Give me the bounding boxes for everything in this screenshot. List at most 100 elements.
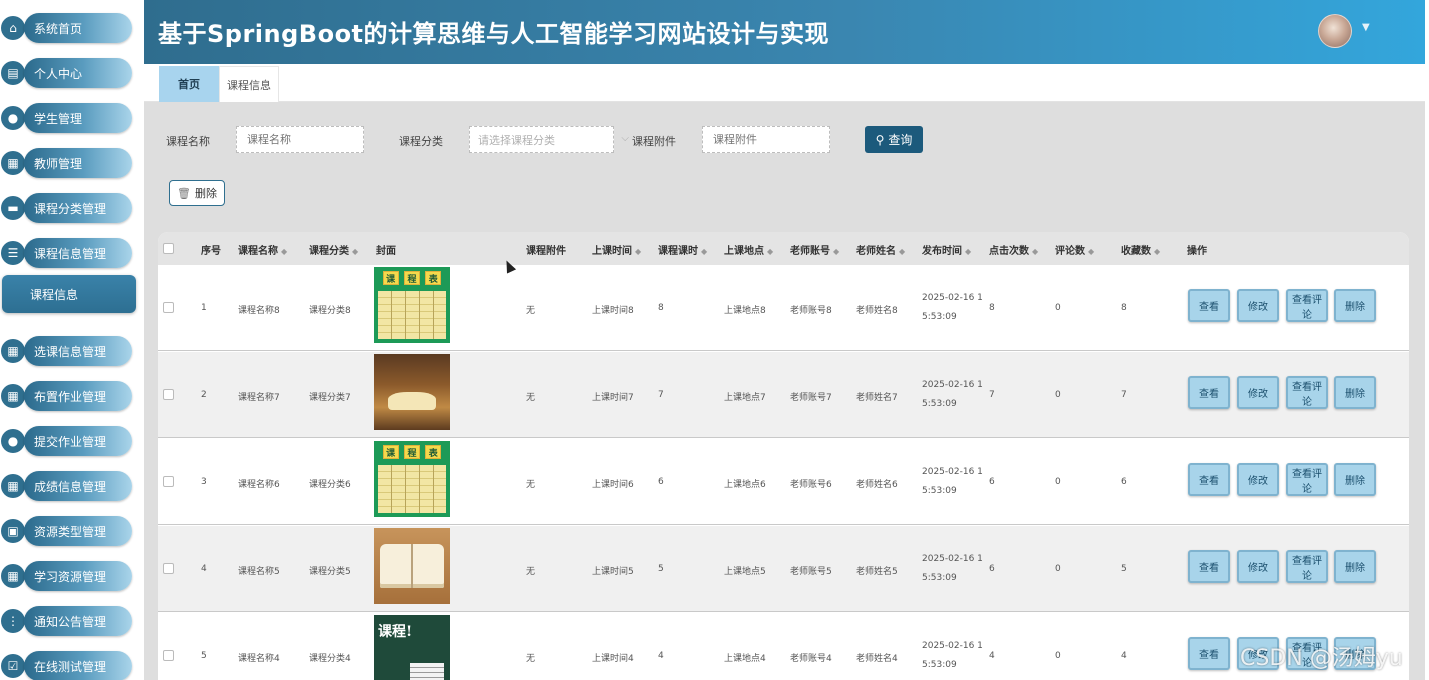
view-comments-button[interactable]: 查看评论 [1286,463,1328,496]
delete-button[interactable]: 删除 [1334,376,1376,409]
sidebar-item-online-tests[interactable]: ☑ 在线测试管理 [0,651,133,680]
sidebar-item-label: 教师管理 [24,148,132,178]
cover-text: 程 [403,445,420,459]
edit-button[interactable]: 修改 [1237,463,1279,496]
delete-button[interactable]: 删除 [1334,463,1376,496]
ticket-icon: ▬ [1,196,25,220]
sort-icon: ◆ [965,247,972,256]
view-comments-button[interactable]: 查看评论 [1286,289,1328,322]
header-comments[interactable]: 评论数 ◆ [1055,242,1094,257]
cell-course-name: 课程名称4 [238,654,280,664]
delete-button[interactable]: 删除 [1334,289,1376,322]
sidebar-item-profile[interactable]: ▤ 个人中心 [0,58,133,88]
view-button[interactable]: 查看 [1188,550,1230,583]
cell-index: 2 [201,390,207,400]
cell-comments: 0 [1055,477,1061,487]
course-name-input[interactable] [236,126,364,153]
cell-teacher-name: 老师姓名6 [856,480,898,490]
row-checkbox[interactable] [163,650,174,661]
avatar[interactable] [1318,14,1352,48]
cell-class-hours: 8 [658,303,664,313]
sidebar-item-label: 学习资源管理 [24,561,132,591]
cover-text: 程 [403,271,420,285]
cell-teacher-account: 老师账号8 [790,306,832,316]
course-cover-image [374,528,450,604]
select-all-checkbox[interactable] [163,243,174,254]
view-button[interactable]: 查看 [1188,463,1230,496]
cell-favorites: 5 [1121,564,1127,574]
course-category-label: 课程分类 [399,135,443,148]
check-icon: ☑ [1,654,25,678]
sidebar-item-label: 通知公告管理 [24,606,132,636]
header-course-name[interactable]: 课程名称 ◆ [238,242,287,257]
caret-down-icon[interactable]: ▼ [1362,22,1370,33]
view-button[interactable]: 查看 [1188,289,1230,322]
header-clicks[interactable]: 点击次数 ◆ [989,242,1038,257]
sidebar-item-grades[interactable]: ▦ 成绩信息管理 [0,471,133,501]
header-published-time[interactable]: 发布时间 ◆ [922,242,971,257]
cell-teacher-name: 老师姓名8 [856,306,898,316]
briefcase-icon: ▣ [1,519,25,543]
app-title: 基于SpringBoot的计算思维与人工智能学习网站设计与实现 [158,20,830,48]
query-button[interactable]: ⚲ 查询 [865,126,923,153]
header-class-time[interactable]: 上课时间 ◆ [592,242,641,257]
row-checkbox[interactable] [163,389,174,400]
sidebar-item-students[interactable]: ● 学生管理 [0,103,133,133]
header-teacher-account[interactable]: 老师账号 ◆ [790,242,839,257]
sidebar-item-resource-types[interactable]: ▣ 资源类型管理 [0,516,133,546]
sidebar-item-assign-homework[interactable]: ▦ 布置作业管理 [0,381,133,411]
edit-button[interactable]: 修改 [1237,289,1279,322]
header-class-place[interactable]: 上课地点 ◆ [724,242,773,257]
cell-teacher-account: 老师账号4 [790,654,832,664]
header-class-hours[interactable]: 课程课时 ◆ [658,242,707,257]
main-content: 课程名称 课程分类 请选择课程分类 ⌵ 课程附件 ⚲ 查询 🗑 删除 序号 课程… [144,102,1425,680]
header-favorites[interactable]: 收藏数 ◆ [1121,242,1160,257]
sidebar-item-enrollment[interactable]: ▦ 选课信息管理 [0,336,133,366]
delete-button[interactable]: 删除 [1334,550,1376,583]
row-checkbox[interactable] [163,476,174,487]
cell-class-place: 上课地点5 [724,567,766,577]
cell-course-category: 课程分类7 [309,393,351,403]
header-course-category[interactable]: 课程分类 ◆ [309,242,358,257]
sort-icon: ◆ [899,247,906,256]
sidebar-item-submit-homework[interactable]: ● 提交作业管理 [0,426,133,456]
cell-favorites: 4 [1121,651,1127,661]
row-checkbox[interactable] [163,302,174,313]
sidebar-item-course-category[interactable]: ▬ 课程分类管理 [0,193,133,223]
course-cover-image [374,354,450,430]
cell-course-category: 课程分类8 [309,306,351,316]
batch-delete-button[interactable]: 🗑 删除 [169,180,225,206]
view-comments-button[interactable]: 查看评论 [1286,550,1328,583]
query-button-label: 查询 [888,133,913,147]
cell-course-name: 课程名称8 [238,306,280,316]
profile-icon: ▤ [1,61,25,85]
row-checkbox[interactable] [163,563,174,574]
grid-icon: ▦ [1,474,25,498]
sidebar-subitem-course-info[interactable]: 课程信息 [2,275,136,313]
course-name-label: 课程名称 [166,135,210,148]
cell-teacher-name: 老师姓名5 [856,567,898,577]
edit-button[interactable]: 修改 [1237,376,1279,409]
header-label: 上课地点 [724,246,764,257]
edit-button[interactable]: 修改 [1237,550,1279,583]
tab-home[interactable]: 首页 [159,66,219,102]
header-cover: 封面 [376,246,396,257]
header-teacher-name[interactable]: 老师姓名 ◆ [856,242,905,257]
view-button[interactable]: 查看 [1188,637,1230,670]
view-comments-button[interactable]: 查看评论 [1286,376,1328,409]
sidebar-item-home[interactable]: ⌂ 系统首页 [0,13,133,43]
sidebar-item-teachers[interactable]: ▦ 教师管理 [0,148,133,178]
tab-course-info[interactable]: 课程信息 [219,66,279,102]
course-category-select[interactable]: 请选择课程分类 ⌵ [469,126,629,153]
sidebar-item-label: 提交作业管理 [24,426,132,456]
sidebar-item-notices[interactable]: ⋮ 通知公告管理 [0,606,133,636]
sidebar-item-course-info[interactable]: ☰ 课程信息管理 [0,238,133,268]
cell-published-time: 2025-02-16 15:53:09 [922,641,983,670]
course-attachment-input[interactable] [702,126,830,153]
cell-class-time: 上课时间7 [592,393,634,403]
sort-icon: ◆ [767,247,774,256]
header-label: 发布时间 [922,246,962,257]
cell-class-hours: 6 [658,477,664,487]
view-button[interactable]: 查看 [1188,376,1230,409]
sidebar-item-learning-resources[interactable]: ▦ 学习资源管理 [0,561,133,591]
